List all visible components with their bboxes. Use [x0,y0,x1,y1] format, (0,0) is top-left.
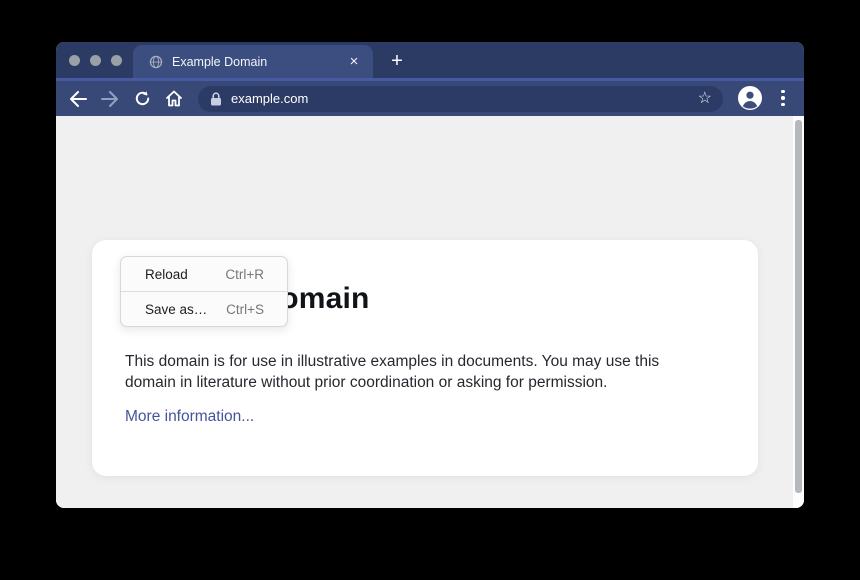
back-arrow-icon[interactable] [64,81,92,116]
desktop-background: Example Domain × + [0,0,860,580]
lock-icon[interactable] [210,92,222,106]
browser-window: Example Domain × + [56,42,804,508]
globe-favicon-icon [149,55,163,69]
tab-example-domain[interactable]: Example Domain × [133,45,373,78]
home-icon[interactable] [160,81,188,116]
tab-close-icon[interactable]: × [343,51,365,73]
context-menu-item-reload[interactable]: Reload Ctrl+R [121,257,287,291]
scrollbar-thumb[interactable] [795,120,802,493]
page-body-text: This domain is for use in illustrative e… [125,352,713,394]
page-viewport: Example Domain This domain is for use in… [56,116,804,508]
menu-item-label: Reload [145,267,188,282]
menu-item-shortcut: Ctrl+S [226,302,264,317]
bookmark-star-icon[interactable]: ☆ [698,91,712,107]
url-text[interactable]: example.com [231,91,698,106]
menu-item-shortcut: Ctrl+R [225,267,264,282]
address-bar[interactable]: example.com ☆ [198,86,723,112]
tab-bar: Example Domain × + [56,42,804,78]
scrollbar-track[interactable] [793,116,804,508]
kebab-menu-icon[interactable] [777,86,789,110]
window-zoom-button[interactable] [111,55,122,66]
more-information-link[interactable]: More information... [125,408,254,426]
window-close-button[interactable] [69,55,80,66]
new-tab-icon[interactable]: + [382,45,412,78]
tab-title: Example Domain [172,55,343,69]
reload-icon[interactable] [128,81,156,116]
menu-item-label: Save as… [145,302,207,317]
window-minimize-button[interactable] [90,55,101,66]
avatar-icon[interactable] [738,86,762,110]
context-menu-item-save-as[interactable]: Save as… Ctrl+S [121,292,287,326]
browser-toolbar: example.com ☆ [56,81,804,116]
context-menu: Reload Ctrl+R Save as… Ctrl+S [120,256,288,327]
forward-arrow-icon[interactable] [96,81,124,116]
